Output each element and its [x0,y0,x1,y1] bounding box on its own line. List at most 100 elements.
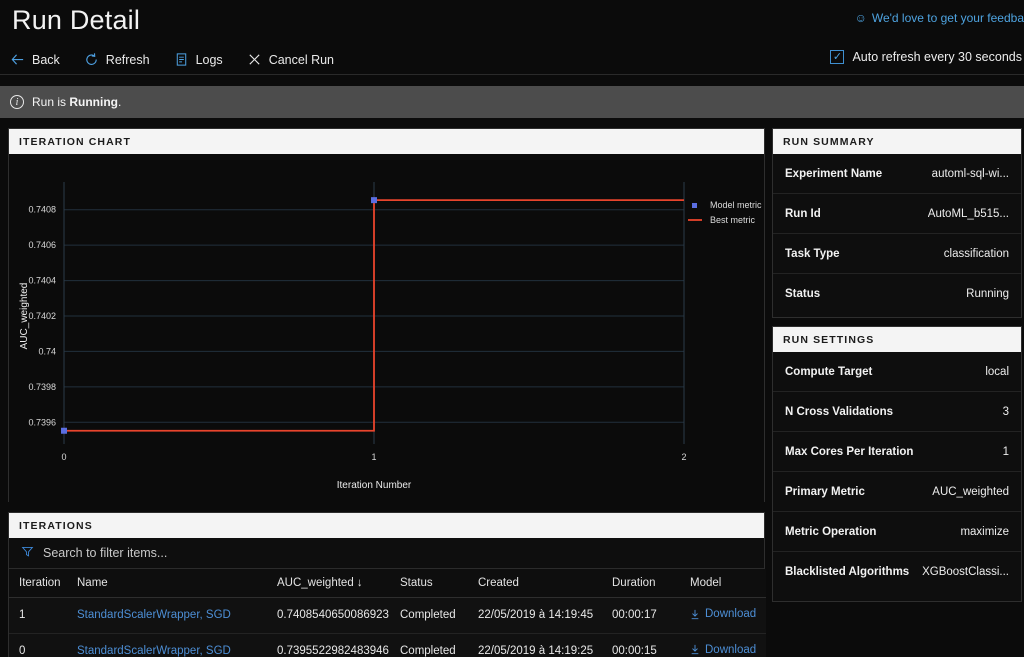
y-axis-tick-label: 0.7406 [28,240,56,250]
column-header-iteration[interactable]: Iteration [9,569,67,598]
cell-created: 22/05/2019 à 14:19:25 [468,633,602,657]
run-settings-value: 3 [1002,405,1009,418]
iterations-filter-row[interactable]: Search to filter items... [9,538,764,569]
run-settings-row: Metric Operation maximize [773,512,1021,552]
run-settings-key: Blacklisted Algorithms [785,566,910,578]
iterations-panel: ITERATIONS Search to filter items... Ite… [8,512,766,657]
run-settings-key: Primary Metric [785,485,865,498]
back-button[interactable]: Back [8,50,62,69]
column-header-model[interactable]: Model [680,569,766,598]
sort-descending-icon: ↓ [356,577,363,589]
logs-button[interactable]: Logs [172,50,225,69]
run-summary-row: Experiment Name automl-sql-wi... [773,154,1021,194]
iterations-table-header-row: Iteration Name AUC_weighted ↓ Status Cre… [9,569,766,598]
cell-status: Completed [390,633,468,657]
y-axis-tick-label: 0.74 [38,346,56,356]
pipeline-link[interactable]: StandardScalerWrapper, SGD [77,645,231,657]
run-summary-row: Run Id AutoML_b515... [773,194,1021,234]
filter-icon [21,545,34,561]
download-label: Download [705,643,757,656]
cell-duration: 00:00:17 [602,597,680,634]
cell-name[interactable]: StandardScalerWrapper, SGD [67,633,267,657]
column-header-created[interactable]: Created [468,569,602,598]
arrow-left-icon [10,52,25,67]
run-summary-value: classification [943,247,1009,260]
auto-refresh-checkbox[interactable]: ✓ [830,50,845,64]
cell-model[interactable]: Download [680,597,766,634]
run-settings-header: RUN SETTINGS [773,327,1021,352]
x-axis-tick-label: 1 [371,452,376,462]
status-suffix: . [118,95,122,109]
feedback-label: We'd love to get your feedba [871,11,1024,25]
model-metric-point [61,427,67,434]
refresh-icon [84,52,99,67]
x-axis-tick-label: 0 [61,452,66,462]
cell-auc-weighted: 0.7408540650086923 [267,597,390,634]
cell-auc-weighted: 0.7395522982483946 [267,633,390,657]
run-summary-key: Run Id [785,207,821,220]
column-header-duration[interactable]: Duration [602,569,680,598]
table-row[interactable]: 1 StandardScalerWrapper, SGD 0.74085406500… [9,597,766,634]
run-settings-key: N Cross Validations [785,405,894,418]
iterations-table: Iteration Name AUC_weighted ↓ Status Cre… [9,569,766,657]
run-settings-row: N Cross Validations 3 [773,392,1021,432]
status-prefix: Run is [32,95,70,109]
run-summary-value: AutoML_b515... [927,207,1009,220]
refresh-label: Refresh [105,52,150,67]
cancel-run-button[interactable]: Cancel Run [245,50,336,69]
run-summary-key: Status [785,288,821,300]
run-settings-panel: RUN SETTINGS Compute Target local N Cross … [772,326,1022,602]
cell-created: 22/05/2019 à 14:19:45 [468,597,602,634]
column-header-status[interactable]: Status [390,569,468,598]
download-link[interactable]: Download [690,644,756,656]
person-feedback-icon: ☺ [854,11,867,25]
table-row[interactable]: 0 StandardScalerWrapper, SGD 0.73955229824… [9,633,766,657]
run-settings-row: Max Cores Per Iteration 1 [773,432,1021,472]
legend-marker-model-metric [692,203,697,208]
y-axis-tick-label: 0.7402 [28,311,56,321]
auto-refresh-toggle[interactable]: ✓ Auto refresh every 30 seconds [830,50,1022,64]
download-label: Download [705,608,757,620]
run-summary-key: Experiment Name [785,167,883,180]
cell-status: Completed [390,597,468,634]
status-message-bar: i Run is Running. [0,86,1024,118]
feedback-link[interactable]: ☺ We'd love to get your feedba [855,11,1024,25]
cell-name[interactable]: StandardScalerWrapper, SGD [67,597,267,634]
iteration-chart-header: ITERATION CHART [9,129,764,154]
y-axis-tick-label: 0.7404 [28,276,56,286]
run-settings-row: Compute Target local [773,352,1021,392]
auto-refresh-label: Auto refresh every 30 seconds [852,50,1022,64]
cancel-run-label: Cancel Run [268,52,335,67]
run-summary-header: RUN SUMMARY [773,129,1021,154]
pipeline-link[interactable]: StandardScalerWrapper, SGD [77,609,231,621]
run-settings-key: Max Cores Per Iteration [785,445,914,458]
model-metric-point [371,197,377,204]
legend-label-best-metric: Best metric [710,215,756,225]
iteration-chart-body[interactable]: 0.7396 0.7398 0.74 0.7402 0.7404 0.7406 0.7408… [9,154,764,502]
y-axis-tick-label: 0.7398 [28,382,56,392]
cell-model[interactable]: Download [680,633,766,657]
refresh-button[interactable]: Refresh [82,50,152,69]
run-settings-value: local [985,365,1009,378]
cell-duration: 00:00:15 [602,633,680,657]
cell-iteration: 0 [9,633,67,657]
iteration-chart-svg: 0.7396 0.7398 0.74 0.7402 0.7404 0.7406 0.7408… [19,182,762,491]
run-settings-row: Primary Metric AUC_weighted [773,472,1021,512]
page-title: Run Detail [12,5,141,35]
info-icon: i [10,95,24,109]
y-axis-tick-label: 0.7396 [28,417,56,427]
document-icon [174,52,189,67]
logs-label: Logs [195,52,223,67]
search-filter-input[interactable]: Search to filter items... [43,546,167,560]
run-settings-key: Metric Operation [785,525,877,538]
column-header-name[interactable]: Name [67,569,267,598]
run-settings-value: 1 [1002,445,1009,458]
run-summary-value: automl-sql-wi... [931,167,1009,180]
run-summary-panel: RUN SUMMARY Experiment Name automl-sql-wi… [772,128,1022,318]
x-axis-label: Iteration Number [337,480,412,491]
run-summary-value: Running [966,288,1009,300]
run-settings-key: Compute Target [785,365,873,378]
close-icon [247,52,262,67]
download-link[interactable]: Download [690,608,756,620]
column-header-auc-weighted[interactable]: AUC_weighted ↓ [267,569,390,598]
